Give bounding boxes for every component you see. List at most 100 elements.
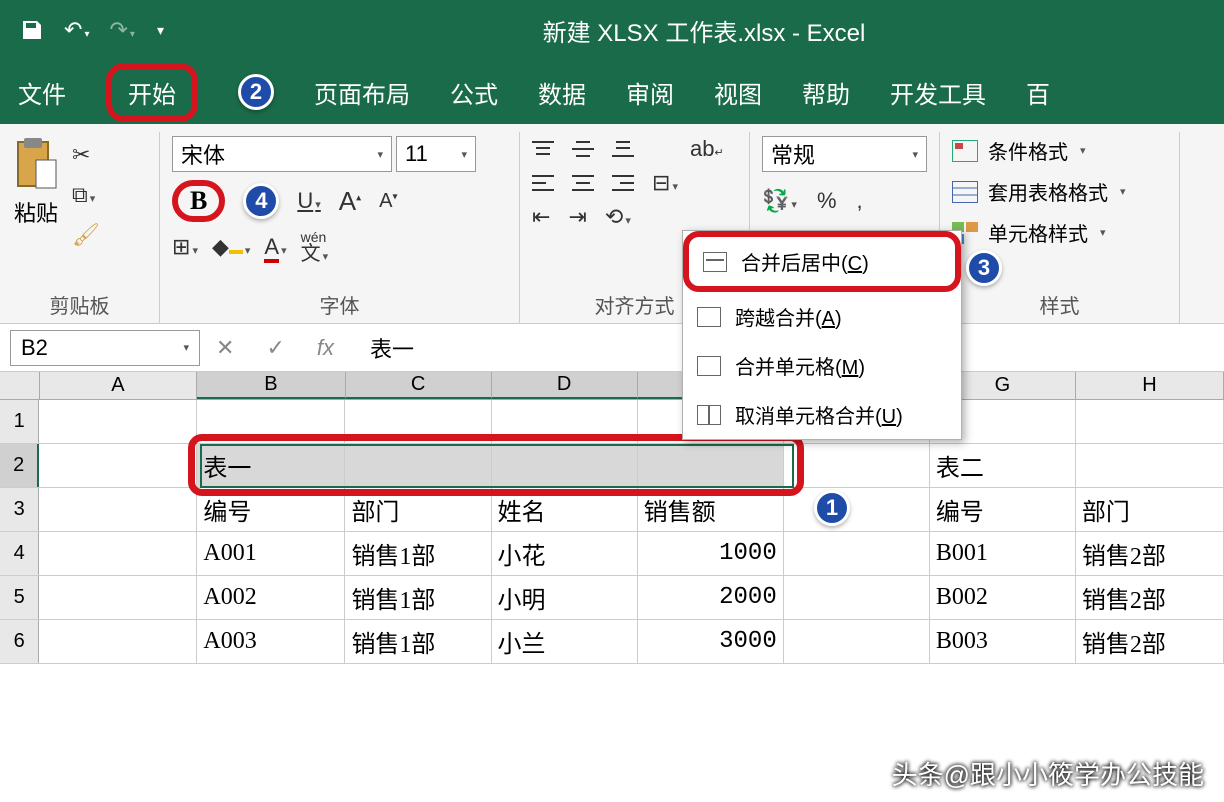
menu-home[interactable]: 开始	[106, 63, 198, 122]
row-header-6[interactable]: 6	[0, 620, 39, 663]
annotation-badge-4: 4	[243, 183, 279, 219]
menu-layout[interactable]: 页面布局	[314, 75, 410, 110]
paste-button[interactable]: 粘贴	[12, 136, 60, 276]
select-all-corner[interactable]	[0, 372, 40, 399]
menu-dev[interactable]: 开发工具	[890, 75, 986, 110]
merge-cells-item[interactable]: 合并单元格(M)	[683, 341, 961, 390]
undo-icon[interactable]: ↶▾	[64, 17, 89, 43]
row-header-5[interactable]: 5	[0, 576, 39, 619]
save-icon[interactable]	[20, 18, 44, 42]
annotation-badge-3: 3	[966, 250, 1002, 286]
row-header-4[interactable]: 4	[0, 532, 39, 575]
merge-across-item[interactable]: 跨越合并(A)	[683, 292, 961, 341]
ribbon: 粘贴 ✂ ⧉▾ 🖌 剪贴板 宋体▾ 11▾ B 4 U▾ A▴ A▾	[0, 124, 1224, 324]
col-header-C[interactable]: C	[346, 372, 492, 399]
cell-B2[interactable]: 表一	[197, 444, 345, 487]
annotation-badge-1: 1	[814, 490, 850, 526]
copy-icon[interactable]: ⧉▾	[72, 182, 100, 208]
row-5: 5 A002 销售1部 小明 2000 B002 销售2部	[0, 576, 1224, 620]
unmerge-item[interactable]: 取消单元格合并(U)	[683, 390, 961, 439]
row-header-1[interactable]: 1	[0, 400, 39, 443]
row-header-2[interactable]: 2	[0, 444, 39, 487]
merge-center-item[interactable]: 合并后居中(C)	[683, 231, 961, 292]
phonetic-icon[interactable]: wén文▾	[301, 230, 329, 264]
menu-review[interactable]: 审阅	[626, 75, 674, 110]
align-center-icon[interactable]	[572, 174, 594, 192]
wrap-text-icon[interactable]: ab↵	[690, 136, 724, 162]
spreadsheet-grid[interactable]: A B C D E F G H 1 2 表一 表二 3 编号 部门 姓名 销售额…	[0, 372, 1224, 664]
col-header-B[interactable]: B	[197, 372, 345, 399]
decrease-indent-icon[interactable]: ⇤	[532, 204, 550, 230]
align-left-icon[interactable]	[532, 174, 554, 192]
row-6: 6 A003 销售1部 小兰 3000 B003 销售2部	[0, 620, 1224, 664]
unmerge-icon	[697, 405, 721, 425]
col-header-D[interactable]: D	[492, 372, 638, 399]
window-title: 新建 XLSX 工作表.xlsx - Excel	[204, 13, 1204, 48]
font-group: 宋体▾ 11▾ B 4 U▾ A▴ A▾ ⊞▾ ◆▾ A▾ wén文▾ 字体	[160, 132, 520, 323]
font-color-icon[interactable]: A▾	[264, 234, 286, 260]
qat-dropdown[interactable]: ▾	[157, 22, 164, 39]
cut-icon[interactable]: ✂	[72, 142, 100, 168]
name-box[interactable]: B2▾	[10, 330, 200, 366]
watermark: 头条@跟小小筱学办公技能	[892, 755, 1204, 792]
underline-button[interactable]: U▾	[297, 188, 320, 214]
title-bar: ↶▾ ↷▾ ▾ 新建 XLSX 工作表.xlsx - Excel	[0, 0, 1224, 60]
font-label: 字体	[172, 290, 507, 319]
table-format-icon	[952, 181, 978, 203]
paste-icon	[12, 136, 60, 192]
row-3: 3 编号 部门 姓名 销售额 编号 部门	[0, 488, 1224, 532]
fill-color-icon[interactable]: ◆▾	[212, 234, 250, 260]
cancel-icon[interactable]: ✕	[216, 335, 234, 361]
style-label: 样式	[952, 290, 1167, 319]
menu-file[interactable]: 文件	[18, 75, 66, 110]
font-name-select[interactable]: 宋体▾	[172, 136, 392, 172]
conditional-format-button[interactable]: 条件格式▾	[952, 136, 1167, 165]
col-header-H[interactable]: H	[1076, 372, 1224, 399]
redo-icon[interactable]: ↷▾	[109, 17, 134, 43]
align-top-icon[interactable]	[532, 140, 554, 158]
annotation-badge-2: 2	[238, 74, 274, 110]
menu-view[interactable]: 视图	[714, 75, 762, 110]
menu-baidu[interactable]: 百	[1026, 75, 1050, 110]
format-painter-icon[interactable]: 🖌	[72, 222, 100, 248]
fx-icon[interactable]: fx	[317, 335, 334, 361]
menu-help[interactable]: 帮助	[802, 75, 850, 110]
row-4: 4 A001 销售1部 小花 1000 B001 销售2部	[0, 532, 1224, 576]
menu-formula[interactable]: 公式	[450, 75, 498, 110]
cell-style-button[interactable]: 单元格样式▾	[952, 218, 1167, 247]
align-bottom-icon[interactable]	[612, 140, 634, 158]
table-format-button[interactable]: 套用表格格式▾	[952, 177, 1167, 206]
border-icon[interactable]: ⊞▾	[172, 234, 198, 260]
clipboard-label: 剪贴板	[12, 290, 147, 319]
row-2: 2 表一 表二	[0, 444, 1224, 488]
column-headers: A B C D E F G H	[0, 372, 1224, 400]
number-format-select[interactable]: 常规▾	[762, 136, 927, 172]
orientation-icon[interactable]: ⟲▾	[605, 204, 631, 230]
align-right-icon[interactable]	[612, 174, 634, 192]
merge-dropdown-menu: 合并后居中(C) 跨越合并(A) 合并单元格(M) 取消单元格合并(U)	[682, 230, 962, 440]
merge-dropdown[interactable]: ⊟▾	[652, 170, 678, 196]
merge-center-icon	[703, 252, 727, 272]
currency-icon[interactable]: 💱▾	[762, 188, 797, 214]
align-middle-icon[interactable]	[572, 140, 594, 158]
menu-data[interactable]: 数据	[538, 75, 586, 110]
paste-label: 粘贴	[14, 196, 58, 228]
decrease-font-icon[interactable]: A▾	[379, 190, 397, 213]
comma-icon[interactable]: ,	[857, 188, 863, 214]
increase-font-icon[interactable]: A▴	[339, 186, 361, 217]
row-header-3[interactable]: 3	[0, 488, 39, 531]
bold-button[interactable]: B	[172, 180, 225, 222]
formula-content[interactable]: 表一	[370, 332, 414, 364]
formula-bar: B2▾ ✕ ✓ fx 表一	[0, 324, 1224, 372]
font-size-select[interactable]: 11▾	[396, 136, 476, 172]
merge-cells-icon	[697, 356, 721, 376]
enter-icon[interactable]: ✓	[266, 335, 284, 361]
merge-across-icon	[697, 307, 721, 327]
cell-G2[interactable]: 表二	[930, 444, 1076, 487]
increase-indent-icon[interactable]: ⇥	[568, 204, 586, 230]
menu-bar: 文件 开始 2 页面布局 公式 数据 审阅 视图 帮助 开发工具 百	[0, 60, 1224, 124]
col-header-A[interactable]: A	[40, 372, 198, 399]
percent-icon[interactable]: %	[817, 188, 837, 214]
clipboard-group: 粘贴 ✂ ⧉▾ 🖌 剪贴板	[0, 132, 160, 323]
cond-format-icon	[952, 140, 978, 162]
